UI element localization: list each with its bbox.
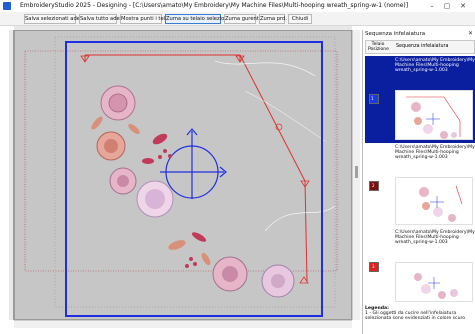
zoom-all-button[interactable]: Zuma gurenti <box>224 14 260 24</box>
panel-close-icon[interactable]: ✕ <box>468 30 473 37</box>
sequence-row-2[interactable]: 2 C:\Users\amato\My Embroidery\My Machin… <box>365 143 475 228</box>
maximize-icon[interactable]: ▢ <box>440 0 454 12</box>
hoop-position-header: Telaio Posizione <box>368 42 389 52</box>
hooping-toolbar: Salva selezionati adesso Salva tutto ade… <box>0 12 475 26</box>
sequence-2-thumbnail <box>395 177 473 225</box>
sequence-3-path: C:\Users\amato\My Embroidery\My Machine … <box>395 230 475 246</box>
hoop-3-number: 3 <box>372 264 375 269</box>
legend-text: 1 - Gli oggetti da cucire nell'infelaiat… <box>365 311 466 322</box>
panel-title: Sequenza infelaiatura <box>365 31 426 37</box>
sequence-1-thumbnail <box>395 90 473 140</box>
sequence-row-1[interactable]: 1 C:\Users\amato\My Embroidery\My Machin… <box>365 56 475 143</box>
hoop-2-number: 2 <box>372 183 375 188</box>
hoop-1-number: 1 <box>371 96 374 101</box>
save-all-button[interactable]: Salva tutto adesso <box>79 14 128 24</box>
close-icon[interactable]: ✕ <box>456 0 470 12</box>
horizontal-scrollbar[interactable] <box>14 320 352 328</box>
sequence-3-thumbnail <box>395 262 473 302</box>
window-title: EmbroideryStudio 2025 - Designing - [C:\… <box>20 2 409 9</box>
hooping-sequence-panel: Sequenza infelaiatura ✕ Telaio Posizione… <box>362 30 475 334</box>
close-button[interactable]: Chiudi <box>288 14 312 24</box>
vertical-scroll-thumb[interactable] <box>355 166 358 178</box>
show-hoop-points-button[interactable]: Mostra punti i telai <box>120 14 170 24</box>
zoom-selected-hoop-button[interactable]: Zuma su telaio selezionato <box>165 14 236 24</box>
sequence-row-3[interactable]: 3 C:\Users\amato\My Embroidery\My Machin… <box>365 228 475 304</box>
sequence-2-path: C:\Users\amato\My Embroidery\My Machine … <box>395 145 475 161</box>
zoom-previous-button[interactable]: Zuma prd. <box>259 14 287 24</box>
sequence-table-header: Telaio Posizione Sequenza infelaiatura <box>365 40 475 54</box>
sequence-header: Sequenza infelaiatura <box>396 44 449 49</box>
title-bar: EmbroideryStudio 2025 - Designing - [C:\… <box>0 0 475 12</box>
save-selected-button[interactable]: Salva selezionati adesso <box>24 14 89 24</box>
design-canvas[interactable] <box>14 30 352 320</box>
app-icon <box>3 2 11 10</box>
minimize-icon[interactable]: – <box>425 0 439 12</box>
sequence-1-path: C:\Users\amato\My Embroidery\My Machine … <box>395 58 475 74</box>
legend: Legenda: 1 - Gli oggetti da cucire nell'… <box>365 306 475 322</box>
vertical-scrollbar[interactable] <box>352 30 360 320</box>
selected-hoop-frame[interactable] <box>65 41 323 317</box>
